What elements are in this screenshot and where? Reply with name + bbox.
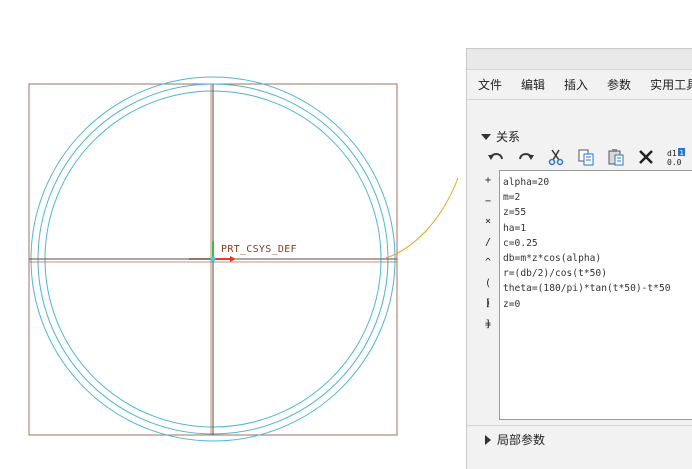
dialog-title-bar[interactable] [467, 49, 692, 70]
menu-divider [467, 99, 692, 100]
relation-line[interactable]: z=55 [503, 205, 692, 220]
relations-editor[interactable]: alpha=20 m=2 z=55 ha=1 c=0.25 db=m*z*cos… [499, 170, 692, 420]
delete-x-icon[interactable] [635, 147, 657, 167]
relation-line[interactable]: c=0.25 [503, 236, 692, 251]
undo-icon[interactable] [485, 147, 507, 167]
operator-buttons: + − × / ^ ( ) [ ] = [481, 171, 495, 335]
csys-label: PRT_CSYS_DEF [221, 244, 297, 255]
relation-line[interactable]: db=m*z*cos(alpha) [503, 251, 692, 266]
svg-text:1: 1 [680, 149, 684, 157]
menu-edit[interactable]: 编辑 [510, 71, 553, 99]
relation-line[interactable]: r=(db/2)/cos(t*50) [503, 266, 692, 281]
copy-icon[interactable] [575, 147, 597, 167]
menu-bar: 文件 编辑 插入 参数 实用工具 [467, 71, 692, 99]
op-plus-button[interactable]: + [481, 171, 495, 192]
menu-insert[interactable]: 插入 [553, 71, 596, 99]
relation-line[interactable]: alpha=20 [503, 175, 692, 190]
relations-list: alpha=20 m=2 z=55 ha=1 c=0.25 db=m*z*cos… [500, 171, 692, 312]
op-parentheses-button[interactable]: ( ) [481, 274, 495, 310]
relation-line[interactable]: ha=1 [503, 221, 692, 236]
op-equals-button[interactable]: = [481, 315, 495, 336]
expand-triangle-icon [481, 133, 491, 140]
redo-icon[interactable] [515, 147, 537, 167]
menu-file[interactable]: 文件 [467, 71, 510, 99]
relation-line[interactable]: m=2 [503, 190, 692, 205]
op-brackets-button[interactable]: [ ] [481, 294, 495, 330]
local-params-title: 局部参数 [497, 433, 546, 447]
bottom-divider [467, 425, 692, 426]
relations-dialog: 文件 编辑 插入 参数 实用工具 关系 d110.0 + [466, 48, 692, 469]
relations-section-toggle[interactable]: 关系 [481, 128, 520, 145]
op-multiply-button[interactable]: × [481, 212, 495, 233]
collapse-triangle-icon [485, 434, 491, 445]
relations-section-title: 关系 [496, 130, 521, 144]
local-params-toggle[interactable]: 局部参数 [485, 431, 545, 448]
paste-icon[interactable] [605, 147, 627, 167]
menu-utilities[interactable]: 实用工具 [639, 71, 692, 99]
op-power-button[interactable]: ^ [481, 253, 495, 274]
d1-value-icon[interactable]: d1 1 0.0 [665, 147, 687, 167]
menu-parameters[interactable]: 参数 [596, 71, 639, 99]
scissors-icon[interactable] [545, 147, 567, 167]
op-divide-button[interactable]: / [481, 233, 495, 254]
svg-text:d1: d1 [667, 149, 677, 158]
svg-text:0.0: 0.0 [667, 158, 682, 167]
op-minus-button[interactable]: − [481, 192, 495, 213]
relation-line[interactable]: theta=(180/pi)*tan(t*50)-t*50 [503, 281, 692, 296]
relations-toolbar: d1 1 0.0 [485, 147, 692, 167]
relation-line[interactable]: z=0 [503, 297, 692, 312]
